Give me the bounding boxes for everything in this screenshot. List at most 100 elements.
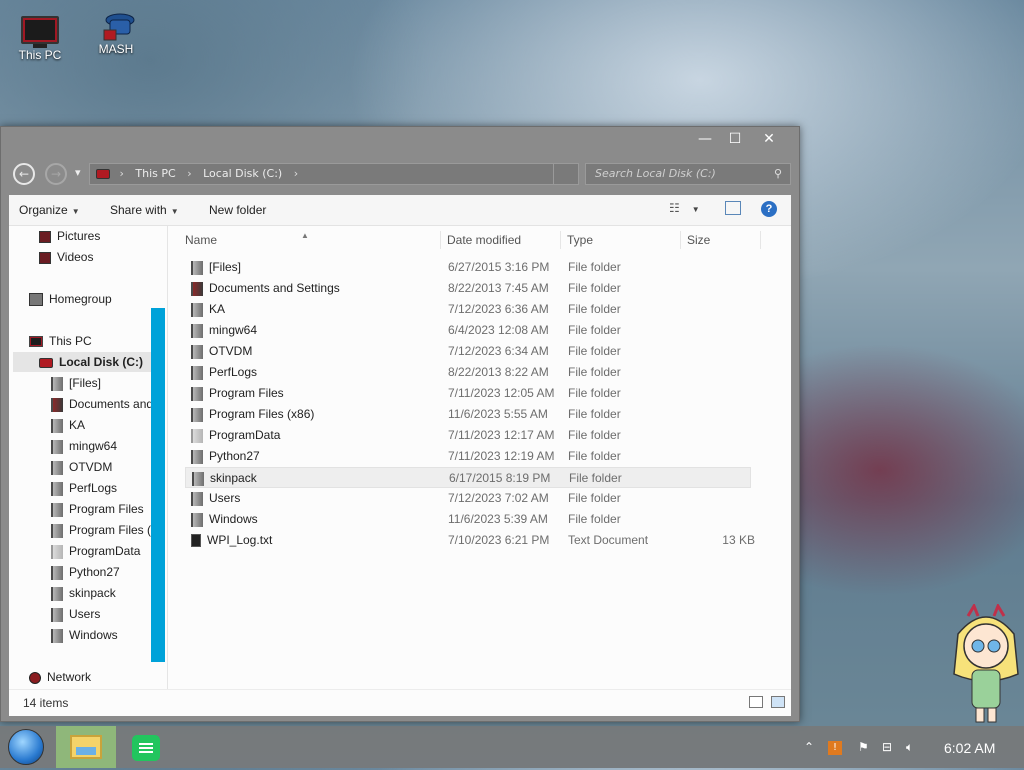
organize-button[interactable]: Organize ▼	[19, 203, 80, 217]
file-date: 8/22/2013 8:22 AM	[448, 365, 549, 379]
file-date: 7/11/2023 12:05 AM	[448, 386, 555, 400]
nav-item-this-pc[interactable]: This PC	[29, 331, 92, 351]
nav-item-folder[interactable]: OTVDM	[51, 457, 112, 477]
breadcrumb-local-disk[interactable]: Local Disk (C:)	[203, 167, 282, 180]
details-view-icon[interactable]	[749, 696, 763, 708]
nav-item-folder[interactable]: Program Files (x	[51, 520, 157, 540]
file-name: [Files]	[209, 260, 242, 274]
file-row[interactable]: Program Files 7/11/2023 12:05 AM File fo…	[185, 383, 751, 404]
file-date: 7/12/2023 7:02 AM	[448, 491, 549, 505]
folder-icon	[192, 471, 204, 486]
large-icons-view-icon[interactable]	[771, 696, 785, 708]
file-type: File folder	[568, 512, 621, 526]
file-explorer-icon	[70, 735, 102, 759]
file-row[interactable]: Windows 11/6/2023 5:39 AM File folder	[185, 509, 751, 530]
nav-item-folder[interactable]: Program Files	[51, 499, 144, 519]
file-name: Python27	[209, 449, 260, 463]
chevron-down-icon: ▼	[71, 207, 80, 216]
nav-item-folder[interactable]: ProgramData	[51, 541, 140, 561]
nav-item-network[interactable]: Network	[29, 667, 91, 687]
file-row[interactable]: skinpack 6/17/2015 8:19 PM File folder	[185, 467, 751, 488]
breadcrumb-separator-icon: ›	[119, 167, 124, 180]
nav-item-folder[interactable]: Users	[51, 604, 100, 624]
nav-item-folder[interactable]: skinpack	[51, 583, 116, 603]
back-button[interactable]: ←	[13, 163, 35, 185]
file-row[interactable]: ProgramData 7/11/2023 12:17 AM File fold…	[185, 425, 751, 446]
file-date: 6/17/2015 8:19 PM	[449, 471, 551, 485]
search-icon[interactable]: ⚲	[774, 164, 782, 184]
folder-icon	[51, 418, 63, 433]
file-row[interactable]: [Files] 6/27/2015 3:16 PM File folder	[185, 257, 751, 278]
chevron-up-icon[interactable]: ⌃	[804, 726, 814, 768]
column-header-date[interactable]: Date modified	[441, 231, 561, 249]
nav-item-videos[interactable]: Videos	[39, 247, 93, 267]
folder-icon	[51, 628, 63, 643]
notification-icon[interactable]: !	[828, 741, 842, 755]
file-date: 11/6/2023 5:39 AM	[448, 512, 548, 526]
volume-icon[interactable]: 🔈︎	[906, 726, 913, 768]
address-dropdown-button[interactable]	[553, 164, 578, 184]
desktop-icon-mash[interactable]: MASH	[86, 8, 146, 56]
search-input[interactable]: Search Local Disk (C:) ⚲	[585, 163, 791, 185]
folder-icon	[51, 502, 63, 517]
address-bar[interactable]: › This PC › Local Disk (C:) ›	[89, 163, 579, 185]
file-row[interactable]: PerfLogs 8/22/2013 8:22 AM File folder	[185, 362, 751, 383]
file-row[interactable]: Documents and Settings 8/22/2013 7:45 AM…	[185, 278, 751, 299]
folder-icon	[51, 523, 63, 538]
taskbar-notes-app[interactable]	[116, 726, 176, 768]
file-type: File folder	[568, 449, 621, 463]
drive-icon	[39, 357, 53, 368]
file-row[interactable]: KA 7/12/2023 6:36 AM File folder	[185, 299, 751, 320]
file-date: 11/6/2023 5:55 AM	[448, 407, 548, 421]
start-button[interactable]	[8, 729, 44, 765]
file-date: 7/12/2023 6:36 AM	[448, 302, 549, 316]
view-options-button[interactable]: ☷ ▼	[669, 201, 700, 215]
text-document-icon	[191, 534, 201, 548]
close-button[interactable]: ✕	[753, 129, 785, 149]
breadcrumb-this-pc[interactable]: This PC	[135, 167, 175, 180]
column-header-type[interactable]: Type	[561, 231, 681, 249]
network-icon[interactable]: ⊟	[882, 726, 892, 768]
nav-item-folder[interactable]: Python27	[51, 562, 120, 582]
nav-item-folder[interactable]: PerfLogs	[51, 478, 117, 498]
minimize-button[interactable]: —	[689, 129, 721, 149]
desktop-icon-this-pc[interactable]: This PC	[10, 8, 70, 62]
file-size: 13 KB	[722, 533, 755, 547]
nav-item-local-disk[interactable]: Local Disk (C:)	[13, 352, 151, 372]
folder-icon	[191, 260, 203, 275]
nav-item-folder[interactable]: mingw64	[51, 436, 117, 456]
file-row[interactable]: Program Files (x86) 11/6/2023 5:55 AM Fi…	[185, 404, 751, 425]
folder-icon	[191, 365, 203, 380]
navigation-scrollbar[interactable]	[151, 308, 165, 662]
navigation-pane[interactable]: Pictures Videos Homegroup This PC Local …	[9, 226, 168, 689]
file-row[interactable]: Python27 7/11/2023 12:19 AM File folder	[185, 446, 751, 467]
nav-item-homegroup[interactable]: Homegroup	[29, 289, 112, 309]
taskbar-file-explorer[interactable]	[56, 726, 116, 768]
maximize-button[interactable]: ☐	[719, 129, 751, 149]
pictures-icon	[39, 230, 51, 243]
column-header-size[interactable]: Size	[681, 231, 761, 249]
nav-item-folder[interactable]: Documents and	[51, 394, 153, 414]
taskbar: ⌃ ! ⚑ ⊟ 🔈︎ 6:02 AM	[0, 726, 1024, 768]
recent-locations-button[interactable]: ▾	[75, 166, 81, 179]
file-row[interactable]: Users 7/12/2023 7:02 AM File folder	[185, 488, 751, 509]
nav-item-folder[interactable]: KA	[51, 415, 85, 435]
new-folder-button[interactable]: New folder	[209, 203, 266, 217]
forward-button[interactable]: →	[45, 163, 67, 185]
flag-icon[interactable]: ⚑	[858, 726, 869, 768]
help-icon[interactable]: ?	[761, 201, 777, 217]
nav-item-folder[interactable]: [Files]	[51, 373, 101, 393]
share-with-button[interactable]: Share with ▼	[110, 203, 179, 217]
file-row[interactable]: OTVDM 7/12/2023 6:34 AM File folder	[185, 341, 751, 362]
folder-icon	[191, 512, 203, 527]
title-bar[interactable]: — ☐ ✕	[1, 127, 799, 159]
file-date: 6/27/2015 3:16 PM	[448, 260, 550, 274]
file-date: 7/12/2023 6:34 AM	[448, 344, 549, 358]
nav-item-folder[interactable]: Windows	[51, 625, 118, 645]
file-row[interactable]: WPI_Log.txt 7/10/2023 6:21 PM Text Docum…	[185, 530, 755, 551]
file-row[interactable]: mingw64 6/4/2023 12:08 AM File folder	[185, 320, 751, 341]
column-header-name[interactable]: Name ▲	[179, 231, 441, 249]
clock[interactable]: 6:02 AM	[944, 726, 995, 770]
preview-pane-button[interactable]	[725, 201, 741, 215]
nav-item-pictures[interactable]: Pictures	[39, 226, 100, 246]
